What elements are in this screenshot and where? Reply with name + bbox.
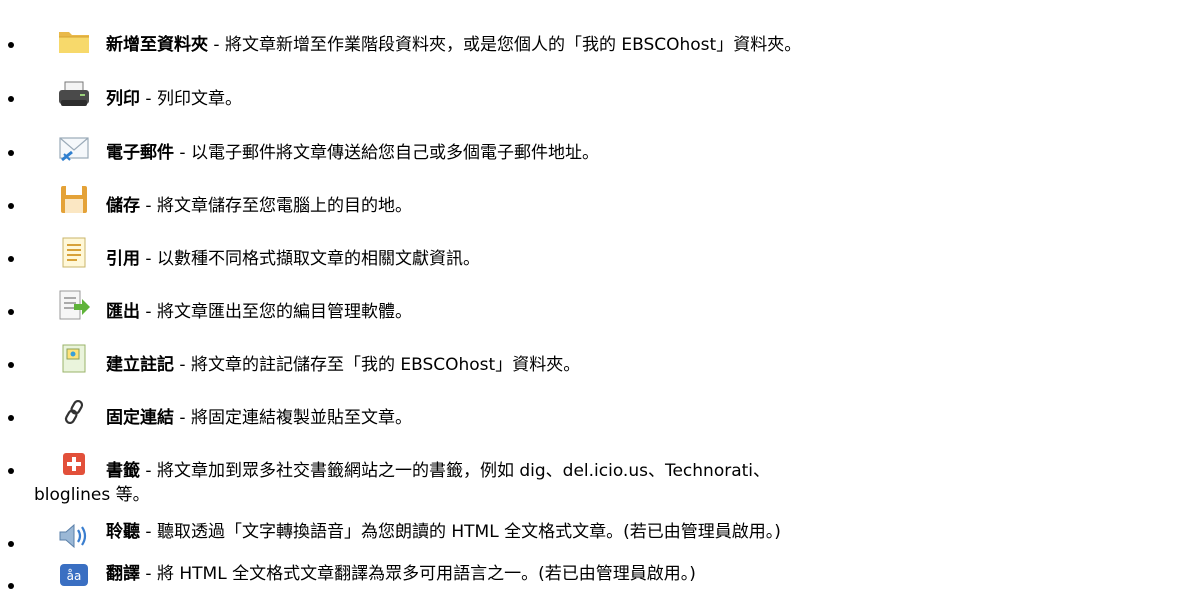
item-text: 聆聽 - 聽取透過「文字轉換語音」為您朗讀的 HTML 全文格式文章。(若已由管… — [106, 515, 781, 549]
printer-icon — [56, 78, 92, 112]
bullet — [8, 309, 14, 315]
item-text: 電子郵件 - 以電子郵件將文章傳送給您自己或多個電子郵件地址。 — [106, 136, 599, 170]
cite-document-icon — [56, 236, 92, 270]
item-separator: - — [174, 408, 191, 428]
item-description: 聽取透過「文字轉換語音」為您朗讀的 HTML 全文格式文章。(若已由管理員啟用。… — [156, 522, 781, 542]
item-separator: - — [140, 249, 157, 269]
item-text: 書籤 - 將文章加到眾多社交書籤網站之一的書籤，例如 dig、del.icio.… — [106, 454, 770, 488]
item-separator: - — [174, 143, 191, 163]
bullet — [8, 362, 14, 368]
bullet — [8, 541, 14, 547]
bullet — [8, 468, 14, 474]
item-title: 匯出 — [106, 302, 140, 322]
item-description: 將固定連結複製並貼至文章。 — [190, 408, 412, 428]
speaker-listen-icon — [56, 519, 92, 553]
svg-text:åa: åa — [67, 569, 82, 583]
bullet — [8, 256, 14, 262]
item-text: 新增至資料夾 - 將文章新增至作業階段資料夾，或是您個人的「我的 EBSCOho… — [106, 28, 801, 62]
item-description: 將文章加到眾多社交書籤網站之一的書籤，例如 dig、del.icio.us、Te… — [156, 461, 771, 481]
bullet — [8, 203, 14, 209]
item-title: 新增至資料夾 — [106, 35, 208, 55]
permalink-chain-icon — [56, 395, 92, 429]
item-text: 固定連結 - 將固定連結複製並貼至文章。 — [106, 401, 412, 435]
bullet — [8, 96, 14, 102]
item-separator: - — [140, 564, 157, 584]
item-description: 將文章的註記儲存至「我的 EBSCOhost」資料夾。 — [190, 355, 581, 375]
item-text: 列印 - 列印文章。 — [106, 82, 242, 116]
item-description: 將文章新增至作業階段資料夾，或是您個人的「我的 EBSCOhost」資料夾。 — [224, 35, 802, 55]
item-title: 固定連結 — [106, 408, 174, 428]
item-title: 翻譯 — [106, 564, 140, 584]
item-text: 翻譯 - 將 HTML 全文格式文章翻譯為眾多可用語言之一。(若已由管理員啟用。… — [106, 557, 696, 591]
item-description: 將文章匯出至您的編目管理軟體。 — [156, 302, 412, 322]
item-title: 列印 — [106, 89, 140, 109]
item-title: 電子郵件 — [106, 143, 174, 163]
item-separator: - — [140, 302, 157, 322]
item-separator: - — [140, 89, 157, 109]
note-icon — [56, 342, 92, 376]
save-disk-icon — [56, 183, 92, 217]
item-text-continued: bloglines 等。 — [34, 478, 150, 512]
folder-add-icon — [56, 24, 92, 58]
item-text: 儲存 - 將文章儲存至您電腦上的目的地。 — [106, 189, 412, 223]
email-icon — [56, 132, 92, 166]
item-text: 建立註記 - 將文章的註記儲存至「我的 EBSCOhost」資料夾。 — [106, 348, 580, 382]
item-description: 以數種不同格式擷取文章的相關文獻資訊。 — [156, 249, 480, 269]
item-separator: - — [140, 196, 157, 216]
bullet — [8, 415, 14, 421]
item-separator: - — [174, 355, 191, 375]
item-title: 引用 — [106, 249, 140, 269]
item-description: 列印文章。 — [156, 89, 242, 109]
bullet — [8, 42, 14, 48]
item-text: 匯出 - 將文章匯出至您的編目管理軟體。 — [106, 295, 412, 329]
bullet — [8, 583, 14, 589]
item-text: 引用 - 以數種不同格式擷取文章的相關文獻資訊。 — [106, 242, 480, 276]
item-title: 聆聽 — [106, 522, 140, 542]
item-title: 建立註記 — [106, 355, 174, 375]
item-title: 儲存 — [106, 196, 140, 216]
bullet — [8, 150, 14, 156]
item-description: 以電子郵件將文章傳送給您自己或多個電子郵件地址。 — [190, 143, 599, 163]
translate-icon: åa — [56, 559, 92, 593]
item-separator: - — [140, 522, 157, 542]
item-separator: - — [208, 35, 225, 55]
item-description-continued: bloglines 等。 — [34, 485, 150, 505]
item-description: 將文章儲存至您電腦上的目的地。 — [156, 196, 412, 216]
item-description: 將 HTML 全文格式文章翻譯為眾多可用語言之一。(若已由管理員啟用。) — [156, 564, 696, 584]
bookmark-plus-icon — [56, 448, 92, 482]
export-icon — [56, 289, 92, 323]
